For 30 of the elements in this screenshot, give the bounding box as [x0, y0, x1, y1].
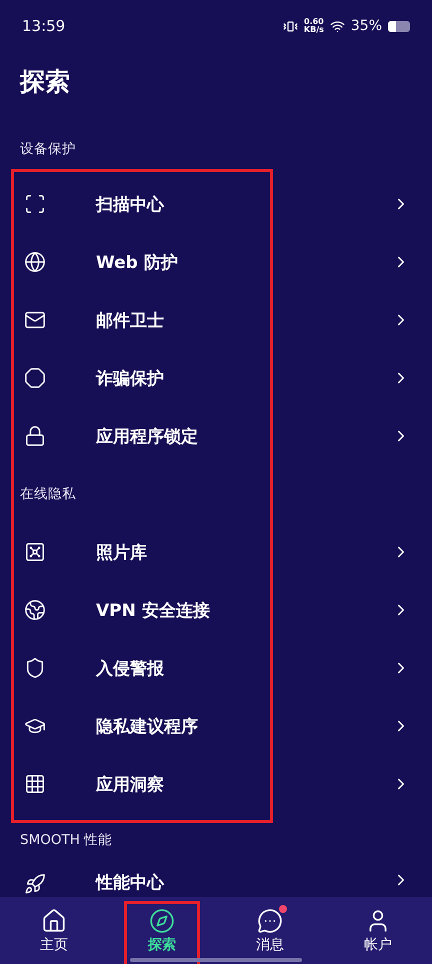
compass-icon: [149, 908, 175, 934]
feature-icon: [22, 365, 48, 391]
status-time: 13:59: [22, 17, 66, 35]
feature-icon: [22, 249, 48, 275]
wifi-icon: [330, 18, 345, 34]
feature-row[interactable]: VPN 安全连接: [0, 581, 432, 639]
network-speed: 0.60 KB/s: [304, 18, 324, 34]
nav-tab[interactable]: 帐户: [324, 897, 432, 964]
section-header: 设备保护: [20, 141, 76, 157]
vibrate-icon: [282, 18, 298, 34]
feature-row[interactable]: 性能中心: [0, 863, 432, 897]
feature-row[interactable]: 应用洞察: [0, 755, 432, 813]
nav-tab[interactable]: 消息: [216, 897, 324, 964]
chat-bubble-icon: [257, 908, 283, 934]
battery-icon: [388, 20, 410, 32]
battery-percent: 35%: [350, 18, 382, 34]
feature-row[interactable]: Web 防护: [0, 233, 432, 291]
feature-row[interactable]: 诈骗保护: [0, 349, 432, 407]
nav-tab[interactable]: 主页: [0, 897, 108, 964]
page-title: 探索: [18, 66, 71, 98]
feature-row[interactable]: 邮件卫士: [0, 291, 432, 349]
feature-icon: [22, 597, 48, 623]
feature-row[interactable]: 入侵警报: [0, 639, 432, 697]
home-icon: [41, 908, 67, 934]
feature-row[interactable]: 照片库: [0, 523, 432, 581]
feature-row[interactable]: 隐私建议程序: [0, 697, 432, 755]
feature-row[interactable]: 应用程序锁定: [0, 407, 432, 465]
section-header: 在线隐私: [20, 486, 76, 502]
section-header: SMOOTH 性能: [20, 832, 112, 848]
feature-row[interactable]: 扫描中心: [0, 175, 432, 233]
